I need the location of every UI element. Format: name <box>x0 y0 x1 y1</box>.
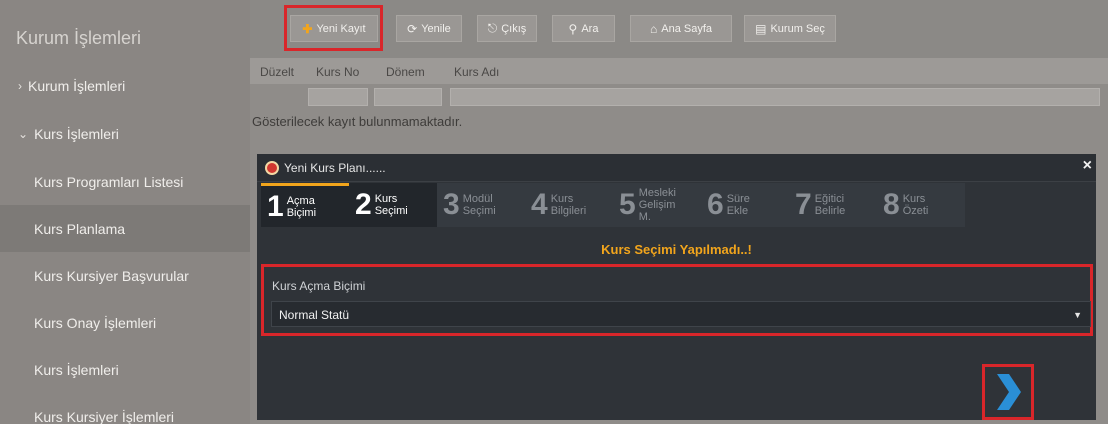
sidebar-title: Kurum İşlemleri <box>16 28 142 48</box>
filter-kurs-no-input[interactable] <box>308 88 368 106</box>
warning-message: Kurs Seçimi Yapılmadı..! <box>601 242 752 257</box>
home-button[interactable]: ⌂ Ana Sayfa <box>630 15 732 42</box>
dialog-header: Yeni Kurs Planı...... <box>257 154 1096 182</box>
opening-type-section: Kurs Açma Biçimi Normal Statü ▼ <box>261 264 1093 336</box>
search-button[interactable]: ⚲ Ara <box>552 15 615 42</box>
search-icon: ⚲ <box>568 21 578 36</box>
next-button[interactable] <box>982 364 1034 420</box>
document-icon: ▤ <box>755 21 767 36</box>
exit-icon: ⎋ <box>487 21 498 35</box>
step-mesleki-gelisim[interactable]: 5 Mesleki Gelişim M. <box>613 183 701 227</box>
select-institution-button[interactable]: ▤ Kurum Seç <box>744 15 836 42</box>
sidebar-item-label: Kurum İşlemleri <box>28 78 126 94</box>
caret-down-icon: ▼ <box>1073 310 1082 320</box>
step-sure-ekle[interactable]: 6 Süre Ekle <box>701 183 789 227</box>
grid-header: Düzelt Kurs No Dönem Kurs Adı <box>250 58 1108 84</box>
sidebar-item-kurs-islemleri[interactable]: ⌄ Kurs İşlemleri <box>0 110 250 158</box>
sidebar-item-kursiyer-basvurular[interactable]: Kurs Kursiyer Başvurular <box>0 252 250 299</box>
empty-grid-message: Gösterilecek kayıt bulunmamaktadır. <box>252 114 463 129</box>
column-header-donem[interactable]: Dönem <box>386 65 425 79</box>
sidebar-item-label: Kurs Planlama <box>34 220 126 237</box>
wizard-steps: 1 Açma Biçimi 2 Kurs Seçimi 3 Modül Seçimi … <box>261 183 965 227</box>
filter-kurs-adi-input[interactable] <box>450 88 1100 106</box>
logo-icon <box>265 160 279 175</box>
sidebar-item-kursiyer-islemleri[interactable]: Kurs Kursiyer İşlemleri <box>0 393 250 424</box>
grid-filter-row <box>250 84 1108 108</box>
step-acma-bicimi[interactable]: 1 Açma Biçimi <box>261 183 349 227</box>
new-course-plan-dialog: Yeni Kurs Planı...... × 1 Açma Biçimi 2 K… <box>257 154 1096 420</box>
chevron-right-icon: › <box>18 79 22 93</box>
chevron-down-icon: ⌄ <box>18 127 29 141</box>
filter-donem-input[interactable] <box>374 88 442 106</box>
step-kurs-secimi[interactable]: 2 Kurs Seçimi <box>349 183 437 227</box>
refresh-button[interactable]: ⟳ Yenile <box>396 15 462 42</box>
sidebar-item-kurs-planlama[interactable]: Kurs Planlama <box>0 205 250 252</box>
sidebar-item-label: Kurs Kursiyer İşlemleri <box>34 408 175 424</box>
sidebar: Kurum İşlemleri › Kurum İşlemleri ⌄ Kurs… <box>0 0 250 424</box>
column-header-kurs-adi[interactable]: Kurs Adı <box>454 65 499 79</box>
sidebar-item-label: Kurs İşlemleri <box>34 126 119 142</box>
sidebar-item-kurs-islemleri-sub[interactable]: Kurs İşlemleri <box>0 346 250 393</box>
sidebar-item-label: Kurs İşlemleri <box>34 361 119 378</box>
column-header-kurs-no[interactable]: Kurs No <box>316 65 359 79</box>
home-icon: ⌂ <box>649 21 658 36</box>
refresh-icon: ⟳ <box>407 21 418 36</box>
step-kurs-bilgileri[interactable]: 4 Kurs Bilgileri <box>525 183 613 227</box>
sidebar-item-label: Kurs Kursiyer Başvurular <box>34 267 189 284</box>
close-icon[interactable]: × <box>1083 157 1092 175</box>
opening-type-select[interactable]: Normal Statü ▼ <box>271 301 1091 327</box>
column-header-duzelt[interactable]: Düzelt <box>260 65 294 79</box>
step-egitici-belirle[interactable]: 7 Eğitici Belirle <box>789 183 877 227</box>
chevron-right-icon <box>997 374 1021 410</box>
toolbar: ✚ Yeni Kayıt ⟳ Yenile ⎋ Çıkış ⚲ Ara ⌂ An… <box>250 0 1108 58</box>
sidebar-item-kurs-programlari[interactable]: Kurs Programları Listesi <box>0 158 250 205</box>
new-record-button[interactable]: ✚ Yeni Kayıt <box>290 15 378 42</box>
step-modul-secimi[interactable]: 3 Modül Seçimi <box>437 183 525 227</box>
sidebar-item-label: Kurs Programları Listesi <box>34 173 184 190</box>
step-kurs-ozeti[interactable]: 8 Kurs Özeti <box>877 183 965 227</box>
sidebar-item-onay-islemleri[interactable]: Kurs Onay İşlemleri <box>0 299 250 346</box>
dialog-title: Yeni Kurs Planı...... <box>284 160 386 175</box>
sidebar-item-label: Kurs Onay İşlemleri <box>34 314 157 331</box>
opening-type-label: Kurs Açma Biçimi <box>272 279 366 293</box>
exit-button[interactable]: ⎋ Çıkış <box>477 15 537 42</box>
plus-icon: ✚ <box>302 21 313 36</box>
sidebar-item-kurum-islemleri[interactable]: › Kurum İşlemleri <box>0 62 250 110</box>
